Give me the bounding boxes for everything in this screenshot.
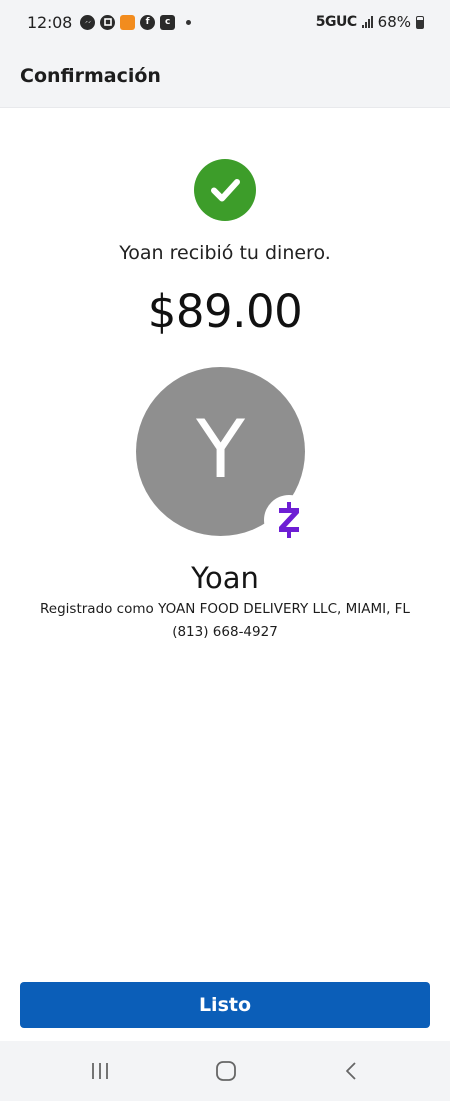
recipient-phone: (813) 668-4927: [172, 624, 278, 640]
done-button[interactable]: Listo: [20, 982, 430, 1028]
network-type: 5GUC: [315, 14, 357, 30]
zelle-icon: [279, 502, 299, 538]
recipient-name: Yoan: [191, 561, 259, 595]
status-time: 12:08: [27, 12, 73, 32]
recent-apps-icon[interactable]: [85, 1059, 115, 1083]
checkmark-icon: [211, 179, 240, 202]
confirmation-message: Yoan recibió tu dinero.: [119, 242, 331, 264]
facebook-icon: f: [140, 14, 156, 30]
battery-percent: 68%: [377, 13, 411, 31]
avatar-initial: Y: [196, 403, 245, 496]
app-icon: [120, 14, 136, 30]
battery-icon: [416, 15, 424, 29]
status-right: 5GUC 68%: [316, 13, 424, 31]
recipient-registration: Registrado como YOAN FOOD DELIVERY LLC, …: [40, 601, 410, 617]
app-header: Confirmación: [0, 44, 450, 108]
c-icon: c: [160, 14, 176, 30]
back-icon[interactable]: [337, 1059, 367, 1083]
home-icon[interactable]: [211, 1059, 241, 1083]
status-bar: 12:08 f c 5GUC 68%: [0, 0, 450, 44]
status-left: 12:08 f c: [27, 12, 192, 32]
payment-amount: $89.00: [147, 285, 303, 338]
page-title: Confirmación: [20, 64, 161, 87]
system-nav-bar: [0, 1041, 450, 1101]
chase-icon: [100, 14, 116, 30]
signal-icon: [361, 16, 373, 28]
more-notifications-dot: [186, 19, 192, 25]
success-check-icon: [194, 159, 256, 221]
zelle-badge: [264, 495, 314, 545]
messenger-icon: [80, 14, 96, 30]
